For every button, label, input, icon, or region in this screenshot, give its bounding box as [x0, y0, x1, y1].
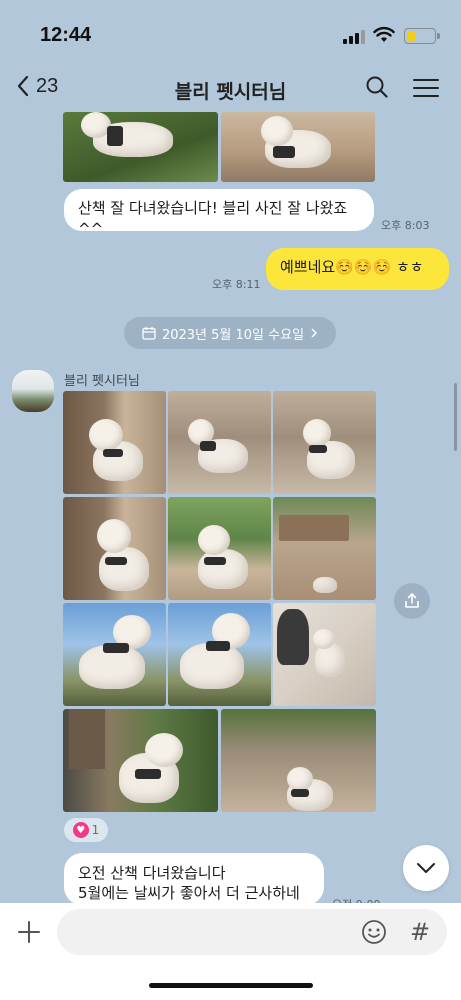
date-divider[interactable]: 2023년 5월 10일 수요일	[124, 317, 336, 349]
grid-photo[interactable]	[273, 497, 376, 600]
chevron-left-icon	[17, 75, 29, 97]
date-label: 2023년 5월 10일 수요일	[161, 327, 305, 343]
grid-photo[interactable]	[168, 603, 271, 706]
hashtag-search-button[interactable]: #	[410, 918, 430, 946]
message-text: 산책 잘 다녀왔습니다! 블리 사진 잘 나왔죠^^	[78, 199, 348, 238]
sender-name: 블리 펫시터님	[64, 374, 140, 389]
calendar-icon	[142, 327, 156, 340]
chat-photo[interactable]	[63, 112, 218, 182]
chevron-right-icon	[311, 328, 318, 338]
message-text: 예쁘네요☺️☺️☺️ ㅎㅎ	[280, 258, 424, 276]
share-button[interactable]	[394, 583, 430, 619]
message-time: 오후 8:03	[381, 219, 430, 232]
reaction-count: 1	[91, 823, 100, 837]
smiley-icon	[362, 920, 386, 944]
grid-photo[interactable]	[273, 391, 376, 494]
search-icon	[366, 76, 388, 98]
share-icon	[405, 593, 419, 608]
menu-button[interactable]	[413, 78, 439, 102]
grid-photo[interactable]	[63, 391, 166, 494]
hamburger-menu-icon	[413, 79, 439, 97]
wifi-icon	[373, 26, 395, 42]
chat-title: 블리 펫시터님	[174, 81, 287, 103]
grid-photo[interactable]	[63, 497, 166, 600]
add-attachment-button[interactable]	[17, 920, 41, 948]
plus-icon	[18, 921, 40, 943]
scrollbar[interactable]	[454, 383, 457, 451]
grid-photo[interactable]	[168, 391, 271, 494]
search-button[interactable]	[365, 75, 389, 103]
message-bubble[interactable]: 산책 잘 다녀왔습니다! 블리 사진 잘 나왔죠^^	[64, 189, 374, 238]
cellular-signal-icon	[343, 30, 365, 44]
scroll-to-bottom-button[interactable]	[403, 845, 449, 891]
message-text-line: 오전 산책 다녀왔습니다	[78, 864, 226, 882]
message-time: 오후 8:11	[212, 278, 261, 291]
message-input[interactable]	[57, 909, 447, 955]
grid-photo[interactable]	[221, 709, 376, 812]
chevron-down-icon	[417, 863, 435, 873]
grid-photo[interactable]	[63, 709, 218, 812]
home-indicator	[149, 983, 313, 988]
status-time: 12:44	[40, 24, 92, 46]
unread-count: 23	[36, 74, 59, 97]
battery-icon	[404, 28, 440, 44]
grid-photo[interactable]	[273, 603, 376, 706]
heart-icon: ♥	[72, 822, 89, 838]
my-message-bubble[interactable]: 예쁘네요☺️☺️☺️ ㅎㅎ	[266, 248, 449, 290]
status-bar: 12:44	[0, 0, 461, 70]
chat-photo[interactable]	[221, 112, 375, 182]
message-bubble[interactable]: 오전 산책 다녀왔습니다 5월에는 날씨가 좋아서 더 근사하네요	[64, 853, 324, 922]
reaction-badge[interactable]: ♥ 1	[64, 818, 108, 842]
grid-photo[interactable]	[168, 497, 271, 600]
back-button[interactable]: 23	[16, 74, 58, 98]
emoticon-button[interactable]	[361, 919, 387, 949]
grid-photo[interactable]	[63, 603, 166, 706]
chat-header: 23 블리 펫시터님	[0, 70, 461, 110]
avatar[interactable]	[12, 370, 54, 412]
